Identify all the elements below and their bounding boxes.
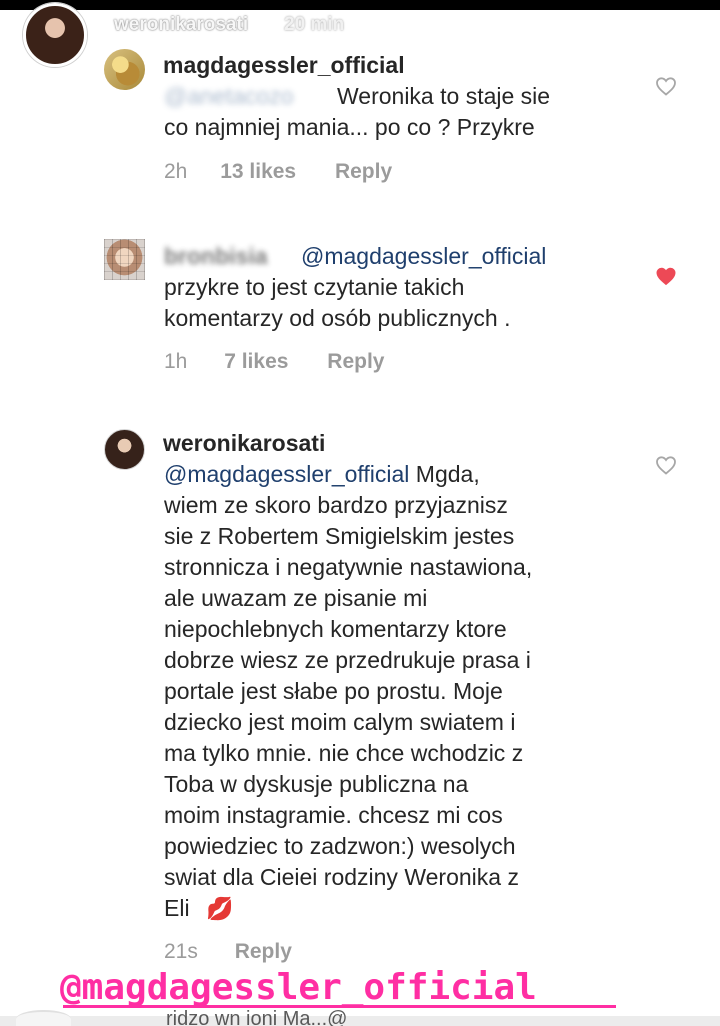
reply-button[interactable]: Reply bbox=[335, 161, 392, 182]
comment-meta: 21s Reply bbox=[164, 941, 292, 962]
comment-text-line: stronnicza i negatywnie nastawiona, bbox=[164, 554, 533, 580]
comment-last-line: Eli 💋 bbox=[164, 895, 234, 921]
comment-time: 1h bbox=[164, 350, 188, 373]
bottom-strip bbox=[0, 1016, 720, 1026]
reply-button[interactable]: Reply bbox=[327, 351, 384, 372]
comment-first-line: @magdagessler_official Mgda, bbox=[164, 461, 480, 487]
comment-username[interactable]: bronbisia bbox=[164, 243, 268, 269]
story-progress-bar bbox=[0, 0, 720, 10]
blurred-mention: @anetacozo bbox=[164, 83, 294, 109]
comment-text-line: przykre to jest czytanie takich bbox=[164, 274, 465, 300]
comment-text-fragment: Eli bbox=[164, 895, 190, 921]
avatar-weronikarosati[interactable] bbox=[104, 429, 145, 470]
comment-text-line: moim instagramie. chcesz mi cos bbox=[164, 802, 503, 828]
comment-text-line: wiem ze skoro bardzo przyjaznisz bbox=[164, 492, 508, 518]
comment-text-line: portale jest słabe po prostu. Moje bbox=[164, 678, 503, 704]
comment-text-line: ma tylko mnie. nie chce wchodzic z bbox=[164, 740, 524, 766]
comment-text-line: powiedziec to zadzwon:) wesolych bbox=[164, 833, 516, 859]
avatar-magdagessler[interactable] bbox=[104, 49, 145, 90]
comment-username[interactable]: magdagessler_official bbox=[163, 52, 405, 78]
comment-text-fragment: Mgda, bbox=[409, 461, 480, 487]
heart-icon[interactable] bbox=[654, 74, 678, 98]
comment-time: 21s bbox=[164, 940, 198, 963]
comment-likes[interactable]: 7 likes bbox=[224, 351, 288, 372]
comment-text-line: komentarzy od osób publicznych . bbox=[164, 305, 511, 331]
comment-meta: 1h 7 likes Reply bbox=[164, 351, 384, 372]
avatar-user[interactable] bbox=[104, 239, 145, 280]
kiss-icon: 💋 bbox=[205, 896, 234, 921]
story-avatar[interactable] bbox=[23, 3, 87, 67]
comment-meta: 2h 13 likes Reply bbox=[164, 161, 392, 182]
story-page: weronikarosati 20 min magdagessler_offic… bbox=[0, 0, 720, 1026]
mention-sticker[interactable]: @magdagessler_official bbox=[60, 968, 537, 1008]
story-time: 20 min bbox=[284, 14, 345, 35]
comment-text-line: ale uwazam ze pisanie mi bbox=[164, 585, 428, 611]
bottom-cut-text: ridzo wn ioni Ma...@ bbox=[166, 1008, 348, 1026]
story-username[interactable]: weronikarosati bbox=[114, 14, 248, 36]
comment-text-line: dziecko jest moim calym swiatem i bbox=[164, 709, 516, 735]
comment-likes[interactable]: 13 likes bbox=[220, 161, 296, 182]
comment-text-line: swiat dla Cieiei rodziny Weronika z bbox=[164, 864, 519, 890]
reply-button[interactable]: Reply bbox=[235, 941, 292, 962]
mention-link[interactable]: @magdagessler_official bbox=[164, 461, 409, 487]
comment-username[interactable]: weronikarosati bbox=[163, 430, 325, 456]
mention-link[interactable]: @magdagessler_official bbox=[301, 243, 546, 269]
comment-time: 2h bbox=[164, 160, 188, 183]
comment-text-line: Toba w dyskusje publiczna na bbox=[164, 771, 469, 797]
comment-text-line: co najmniej mania... po co ? Przykre bbox=[164, 114, 535, 140]
comment-text-line: sie z Robertem Smigielskim jestes bbox=[164, 523, 515, 549]
heart-icon[interactable] bbox=[654, 453, 678, 477]
comment-text-line: niepochlebnych komentarzy ktore bbox=[164, 616, 507, 642]
liked-heart-icon[interactable] bbox=[654, 264, 678, 288]
comment-text-line: dobrze wiesz ze przedrukuje prasa i bbox=[164, 647, 531, 673]
bottom-avatar bbox=[16, 1010, 71, 1026]
comment-text-line: Weronika to staje sie bbox=[337, 83, 551, 109]
